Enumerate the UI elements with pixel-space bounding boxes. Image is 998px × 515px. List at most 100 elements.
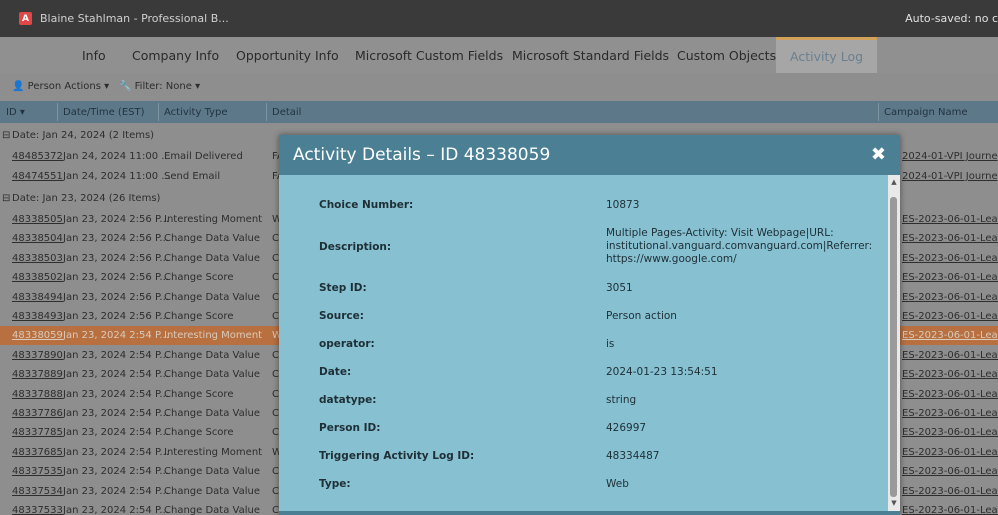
group-label: Date: Jan 24, 2024 (2 Items) xyxy=(12,130,155,141)
row-campaign-link[interactable]: ES-2023-06-01-Lead sc xyxy=(902,350,998,361)
scroll-down-icon[interactable]: ▼ xyxy=(889,499,899,507)
tab-company-info[interactable]: Company Info xyxy=(132,37,219,73)
row-campaign-link[interactable]: ES-2023-06-01-Lead sc xyxy=(902,272,998,283)
row-campaign-link[interactable]: ES-2023-06-01-Lead sc xyxy=(902,447,998,458)
row-detail: C xyxy=(272,408,279,419)
row-activity-type: Change Data Value xyxy=(164,408,260,419)
row-datetime: Jan 23, 2024 2:56 P... xyxy=(63,214,169,225)
row-id-link[interactable]: 48338502 xyxy=(12,272,63,283)
field-label: Step ID: xyxy=(319,282,367,294)
person-actions-button[interactable]: 👤 Person Actions ▾ xyxy=(12,81,109,92)
row-campaign-link[interactable]: ES-2023-06-01-Lead sc xyxy=(902,505,998,515)
scroll-up-icon[interactable]: ▲ xyxy=(889,178,899,186)
row-campaign-link[interactable]: ES-2023-06-01-Lead sc xyxy=(902,214,998,225)
tab-info[interactable]: Info xyxy=(82,37,106,73)
app-logo-icon: A xyxy=(19,12,32,25)
field-value: 426997 xyxy=(606,422,647,434)
row-id-link[interactable]: 48338505 xyxy=(12,214,63,225)
row-datetime: Jan 23, 2024 2:56 P... xyxy=(63,291,169,303)
row-id-link[interactable]: 48337685 xyxy=(12,447,63,458)
row-campaign-link[interactable]: ES-2023-06-01-Lead sc xyxy=(902,389,998,400)
row-campaign-link[interactable]: 2024-01-VPI Journey-1 xyxy=(902,151,998,162)
chevron-down-icon: ▾ xyxy=(195,81,201,92)
row-activity-type: Change Data Value xyxy=(164,505,260,515)
row-campaign-link[interactable]: ES-2023-06-01-Lead sc xyxy=(902,233,998,244)
row-activity-type: Change Data Value xyxy=(164,233,260,245)
modal-bottom-bar xyxy=(279,511,900,515)
scrollbar-thumb[interactable] xyxy=(890,197,897,497)
row-activity-type: Change Score xyxy=(164,272,234,284)
row-id-link[interactable]: 48337888 xyxy=(12,389,63,400)
row-campaign-link[interactable]: ES-2023-06-01-Lead sc xyxy=(902,427,998,438)
tab-microsoft-standard-fields[interactable]: Microsoft Standard Fields xyxy=(512,37,669,73)
row-datetime: Jan 23, 2024 2:56 P... xyxy=(63,233,169,245)
tab-custom-objects[interactable]: Custom Objects xyxy=(677,37,776,73)
row-id-link[interactable]: 48338059 xyxy=(12,330,63,341)
column-divider xyxy=(57,103,58,121)
field-label: Choice Number: xyxy=(319,199,414,211)
row-detail: C xyxy=(272,369,279,381)
field-value: string xyxy=(606,394,637,406)
row-id-link[interactable]: 48337786 xyxy=(12,408,63,419)
field-label: Source: xyxy=(319,310,364,322)
tab-microsoft-custom-fields[interactable]: Microsoft Custom Fields xyxy=(355,37,503,73)
row-campaign-link[interactable]: ES-2023-06-01-Lead sc xyxy=(902,292,998,303)
collapse-icon[interactable]: ⊟ xyxy=(2,130,10,141)
row-campaign-link[interactable]: ES-2023-06-01-Lead sc xyxy=(902,311,998,322)
window-title: Blaine Stahlman - Professional B... xyxy=(40,12,229,25)
collapse-icon[interactable]: ⊟ xyxy=(2,193,10,204)
toolbar: 👤 Person Actions ▾ 🔧 Filter: None ▾ xyxy=(0,73,998,102)
row-detail: C xyxy=(272,388,279,400)
filter-button[interactable]: 🔧 Filter: None ▾ xyxy=(119,81,200,92)
field-value: 10873 xyxy=(606,199,640,211)
row-id-link[interactable]: 48337535 xyxy=(12,466,63,477)
close-icon[interactable]: ✖ xyxy=(871,144,886,165)
field-label: Triggering Activity Log ID: xyxy=(319,450,475,462)
row-id-link[interactable]: 48337889 xyxy=(12,369,63,380)
row-id-link[interactable]: 48485372 xyxy=(12,151,63,162)
row-campaign-link[interactable]: 2024-01-VPI Journey-1 xyxy=(902,171,998,182)
row-id-link[interactable]: 48338503 xyxy=(12,253,63,264)
row-activity-type: Change Score xyxy=(164,311,234,322)
row-campaign-link[interactable]: ES-2023-06-01-Lead sc xyxy=(902,408,998,419)
row-activity-type: Send Email xyxy=(164,171,221,182)
tab-bar: Info Company Info Opportunity Info Micro… xyxy=(0,37,998,73)
modal-title: Activity Details – ID 48338059 xyxy=(293,145,551,165)
row-id-link[interactable]: 48337534 xyxy=(12,486,63,497)
row-campaign-link[interactable]: ES-2023-06-01-Lead sc xyxy=(902,330,998,341)
row-campaign-link[interactable]: ES-2023-06-01-Lead sc xyxy=(902,486,998,497)
row-id-link[interactable]: 48337533 xyxy=(12,505,63,515)
row-id-link[interactable]: 48337785 xyxy=(12,427,63,438)
row-id-link[interactable]: 48338504 xyxy=(12,233,63,244)
field-label: Type: xyxy=(319,478,351,490)
row-id-link[interactable]: 48338494 xyxy=(12,292,63,303)
field-value: is xyxy=(606,338,615,350)
row-datetime: Jan 23, 2024 2:54 P... xyxy=(63,427,169,439)
field-label: datatype: xyxy=(319,394,377,406)
row-detail: C xyxy=(272,466,279,478)
row-activity-type: Interesting Moment xyxy=(164,446,263,458)
row-datetime: Jan 23, 2024 2:54 P... xyxy=(63,349,169,361)
filter-label: Filter: None xyxy=(134,81,192,92)
row-detail: C xyxy=(272,485,279,497)
row-id-link[interactable]: 48337890 xyxy=(12,350,63,361)
row-campaign-link[interactable]: ES-2023-06-01-Lead sc xyxy=(902,253,998,264)
row-detail: C xyxy=(272,291,279,303)
row-activity-type: Interesting Moment xyxy=(164,214,263,225)
column-divider xyxy=(266,103,267,121)
row-activity-type: Change Data Value xyxy=(164,291,260,303)
row-id-link[interactable]: 48474551 xyxy=(12,171,63,182)
column-header-campaign[interactable]: Campaign Name xyxy=(884,107,967,118)
row-datetime: Jan 24, 2024 11:00 ... xyxy=(63,151,171,162)
row-campaign-link[interactable]: ES-2023-06-01-Lead sc xyxy=(902,369,998,380)
row-campaign-link[interactable]: ES-2023-06-01-Lead sc xyxy=(902,466,998,477)
tab-opportunity-info[interactable]: Opportunity Info xyxy=(236,37,339,73)
column-header-id[interactable]: ID ▾ xyxy=(6,107,25,118)
column-header-detail[interactable]: Detail xyxy=(272,107,301,118)
row-id-link[interactable]: 48338493 xyxy=(12,311,63,322)
column-header-activity-type[interactable]: Activity Type xyxy=(164,107,228,118)
modal-header: Activity Details – ID 48338059 ✖ xyxy=(279,135,900,175)
row-datetime: Jan 23, 2024 2:54 P... xyxy=(63,369,169,381)
column-header-datetime[interactable]: Date/Time (EST) xyxy=(63,107,145,118)
tab-activity-log[interactable]: Activity Log xyxy=(776,37,878,73)
